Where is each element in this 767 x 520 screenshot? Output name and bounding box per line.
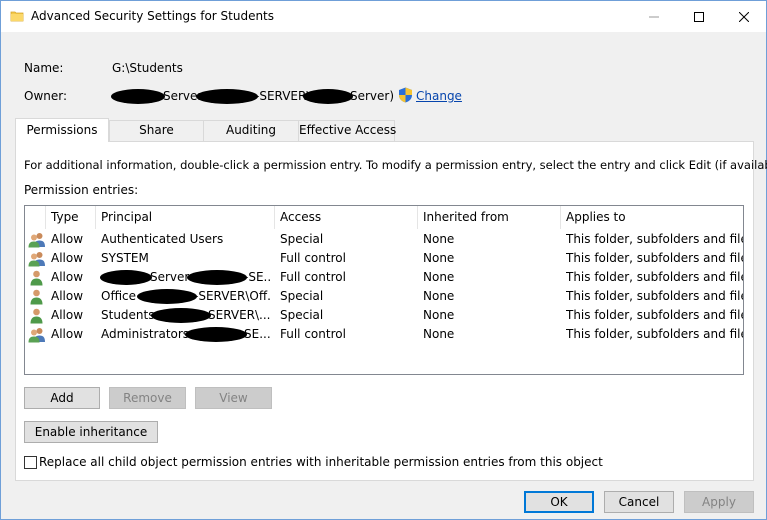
row-principal-part-1: Students — [101, 308, 155, 322]
name-label: Name: — [24, 61, 64, 75]
dialog-window: Advanced Security Settings for Students … — [0, 0, 767, 520]
column-header-access[interactable]: Access — [280, 210, 321, 224]
row-type: Allow — [51, 327, 84, 341]
row-inherited-from: None — [423, 289, 455, 303]
redaction-mark — [137, 289, 197, 304]
table-row[interactable]: Allow SYSTEM Full control None This fold… — [25, 249, 743, 268]
row-applies-to: This folder, subfolders and files — [566, 270, 744, 284]
user-icon — [30, 289, 43, 305]
owner-part-3: Server) — [350, 89, 395, 103]
redaction-mark — [303, 89, 353, 104]
permission-entries-label: Permission entries: — [24, 183, 139, 197]
row-applies-to: This folder, subfolders and files — [566, 289, 744, 303]
view-button-label: View — [219, 391, 248, 405]
row-principal-part-2: SERVER\... — [208, 308, 271, 322]
row-applies-to: This folder, subfolders and files — [566, 251, 744, 265]
title-bar[interactable]: Advanced Security Settings for Students — [1, 1, 766, 32]
uac-shield-icon — [399, 87, 412, 103]
row-access: Special — [280, 289, 324, 303]
replace-child-permissions-label[interactable]: Replace all child object permission entr… — [39, 455, 603, 469]
row-applies-to: This folder, subfolders and files — [566, 308, 744, 322]
maximize-button[interactable] — [676, 1, 721, 32]
row-inherited-from: None — [423, 251, 455, 265]
row-inherited-from: None — [423, 270, 455, 284]
name-value: G:\Students — [112, 61, 183, 75]
add-button-label: Add — [50, 391, 74, 405]
replace-child-permissions-checkbox[interactable] — [24, 456, 37, 469]
column-header-applies-to[interactable]: Applies to — [566, 210, 626, 224]
permission-entries-list[interactable]: Type Principal Access Inherited from App… — [24, 205, 744, 375]
row-principal-part-1: Administrators — [101, 327, 190, 341]
row-type: Allow — [51, 308, 84, 322]
group-icon — [28, 328, 45, 343]
table-row[interactable]: Allow Server -SE... Full control None Th… — [25, 268, 743, 287]
tab-effective-access[interactable]: Effective Access — [298, 120, 396, 141]
window-title: Advanced Security Settings for Students — [31, 9, 275, 23]
remove-button-label: Remove — [123, 391, 172, 405]
column-header-type[interactable]: Type — [51, 210, 79, 224]
row-type: Allow — [51, 232, 84, 246]
ok-button[interactable]: OK — [524, 491, 594, 513]
row-principal-part-2: -SE... — [244, 270, 272, 284]
user-icon — [30, 270, 43, 286]
table-row[interactable]: Allow Office -SERVER\Off... Special None… — [25, 287, 743, 306]
redaction-mark — [100, 270, 152, 285]
redaction-mark — [187, 270, 247, 285]
row-access: Full control — [280, 251, 346, 265]
row-principal: Authenticated Users — [101, 232, 224, 246]
row-inherited-from: None — [423, 308, 455, 322]
row-inherited-from: None — [423, 232, 455, 246]
row-principal: SYSTEM — [101, 251, 149, 265]
table-row[interactable]: Allow Administrators SE... Full control … — [25, 325, 743, 344]
enable-inheritance-button[interactable]: Enable inheritance — [24, 421, 158, 443]
row-principal-part-2: -SERVER\Off... — [194, 289, 272, 303]
row-access: Special — [280, 232, 324, 246]
info-text: For additional information, double-click… — [24, 158, 767, 172]
redaction-mark — [185, 327, 247, 342]
folder-icon — [10, 11, 24, 22]
close-icon — [738, 11, 749, 22]
row-access: Special — [280, 308, 324, 322]
column-header-principal[interactable]: Principal — [101, 210, 152, 224]
redaction-mark — [111, 89, 165, 104]
row-type: Allow — [51, 251, 84, 265]
user-icon — [30, 308, 43, 324]
ok-button-label: OK — [550, 495, 568, 509]
apply-button-label: Apply — [702, 495, 736, 509]
row-type: Allow — [51, 289, 84, 303]
view-button[interactable]: View — [195, 387, 272, 409]
row-principal-part-1: Office — [101, 289, 137, 303]
row-applies-to: This folder, subfolders and files — [566, 232, 744, 246]
tab-permissions[interactable]: Permissions — [15, 118, 109, 142]
tab-auditing[interactable]: Auditing — [203, 120, 299, 141]
row-applies-to: This folder, subfolders and files — [566, 327, 744, 341]
row-inherited-from: None — [423, 327, 455, 341]
minimize-button[interactable] — [631, 1, 676, 32]
enable-inheritance-label: Enable inheritance — [34, 425, 148, 439]
column-header-inherited-from[interactable]: Inherited from — [423, 210, 509, 224]
row-access: Full control — [280, 327, 346, 341]
redaction-mark — [151, 308, 211, 323]
table-row[interactable]: Allow Students SERVER\... Special None T… — [25, 306, 743, 325]
redaction-mark — [196, 89, 258, 104]
table-row[interactable]: Allow Authenticated Users Special None T… — [25, 230, 743, 249]
close-button[interactable] — [721, 1, 766, 32]
group-icon — [28, 252, 45, 267]
change-owner-link[interactable]: Change — [416, 89, 462, 103]
tab-share[interactable]: Share — [109, 120, 204, 141]
cancel-button-label: Cancel — [618, 495, 660, 509]
row-access: Full control — [280, 270, 346, 284]
cancel-button[interactable]: Cancel — [604, 491, 674, 513]
row-principal-part-2: SE... — [244, 327, 271, 341]
row-type: Allow — [51, 270, 84, 284]
add-button[interactable]: Add — [24, 387, 100, 409]
owner-label: Owner: — [24, 89, 68, 103]
remove-button[interactable]: Remove — [109, 387, 186, 409]
group-icon — [28, 233, 45, 248]
row-principal-part-1: Server — [150, 270, 190, 284]
minimize-icon — [648, 16, 659, 17]
apply-button[interactable]: Apply — [684, 491, 754, 513]
maximize-icon — [693, 11, 704, 22]
